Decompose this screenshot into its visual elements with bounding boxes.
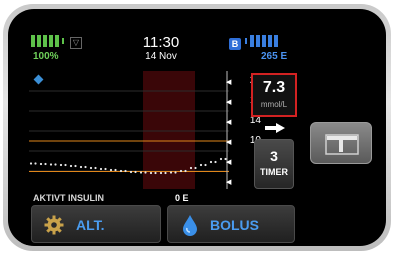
cgm-reading-point	[79, 165, 83, 169]
cgm-reading-point	[94, 166, 97, 170]
cgm-reading-point	[109, 168, 113, 172]
cgm-reading-point	[34, 162, 37, 165]
cgm-reading-point	[104, 167, 107, 171]
clock-time: 11:30	[142, 34, 180, 51]
cgm-reading-point	[134, 170, 137, 174]
cgm-reading-point	[169, 171, 173, 174]
screen-on-button[interactable]	[310, 122, 372, 164]
cgm-reading-point	[199, 163, 203, 167]
cgm-reading-point	[144, 171, 147, 174]
timer-value: 3	[270, 148, 278, 164]
drop-icon	[183, 215, 197, 236]
cgm-reading-point	[119, 169, 123, 173]
cgm-reading-point	[189, 166, 193, 170]
timer-button[interactable]: 3 TIMER	[254, 139, 294, 189]
scale-tick-icon: ◀	[226, 159, 232, 166]
iob-label: AKTIVT INSULIN	[33, 193, 104, 203]
cgm-reading-point	[194, 166, 197, 170]
cgm-reading-point	[159, 171, 163, 175]
scale-tick-icon: ◀	[226, 139, 232, 146]
cgm-reading-point	[64, 163, 67, 167]
right-arrow-icon	[265, 123, 285, 133]
cgm-reading-point	[129, 170, 133, 174]
cgm-reading-point	[74, 164, 77, 168]
cgm-reading-point	[179, 169, 183, 173]
iob-value: 0 E	[175, 193, 189, 203]
cgm-reading-point	[204, 163, 207, 167]
clock-date: 14 Nov	[145, 51, 177, 62]
battery-icon	[31, 35, 64, 47]
cgm-reading-point	[54, 163, 57, 166]
cgm-reading-point	[59, 163, 63, 167]
cgm-reading-point	[219, 157, 223, 161]
cgm-reading-point	[39, 162, 43, 166]
glucose-reading[interactable]: 7.3 mmol/L	[251, 73, 297, 117]
cgm-reading-point	[124, 169, 127, 173]
cgm-reading-point	[164, 171, 167, 175]
cgm-reading-point	[89, 166, 93, 170]
scale-tick-icon: ◀	[226, 79, 232, 86]
cgm-reading-point	[69, 164, 73, 168]
pump-badge: B	[229, 38, 241, 50]
status-bar: 100% ▽ 11:30 14 Nov B 265 E	[21, 29, 301, 69]
cgm-reading-point	[44, 162, 47, 166]
cgm-reading-point	[214, 160, 217, 164]
cgm-reading-point	[99, 167, 103, 171]
battery-percent: 100%	[33, 51, 59, 62]
t-logo-icon	[325, 134, 359, 155]
cgm-graph[interactable]	[21, 71, 229, 189]
cgm-reading-point	[174, 171, 177, 174]
pump-screen: 100% ▽ 11:30 14 Nov B 265 E 14 ◀ ◀ ◀ ◀ ◀…	[21, 29, 301, 245]
options-button[interactable]: ALT.	[31, 205, 161, 243]
cgm-reading-point	[184, 169, 187, 173]
scale-tick-icon: ◀	[226, 99, 232, 106]
cgm-reading-point	[29, 162, 33, 165]
device-face: 100% ▽ 11:30 14 Nov B 265 E 14 ◀ ◀ ◀ ◀ ◀…	[8, 9, 386, 246]
scale-tick-icon: ◀	[226, 179, 232, 186]
glucose-unit: mmol/L	[260, 100, 288, 109]
bolus-button[interactable]: BOLUS	[167, 205, 295, 243]
antenna-icon: ▽	[70, 37, 82, 49]
gear-icon	[44, 215, 64, 235]
cgm-reading-point	[154, 171, 157, 175]
cgm-reading-point	[49, 163, 53, 166]
insulin-reservoir-icon	[245, 35, 278, 47]
cgm-reading-point	[114, 168, 117, 172]
bolus-label: BOLUS	[210, 217, 259, 233]
device-body: 100% ▽ 11:30 14 Nov B 265 E 14 ◀ ◀ ◀ ◀ ◀…	[3, 4, 391, 251]
insulin-units: 265 E	[261, 51, 288, 62]
cgm-graph-canvas	[29, 71, 229, 189]
cgm-reading-point	[84, 165, 87, 169]
glucose-value: 7.3	[262, 79, 286, 96]
cgm-reading-point	[149, 171, 153, 175]
insulin-on-board: AKTIVT INSULIN 0 E	[21, 193, 301, 204]
timer-label: TIMER	[260, 167, 288, 177]
cgm-reading-point	[139, 171, 143, 174]
cgm-reading-point	[209, 160, 213, 164]
scale-tick-icon: ◀	[226, 119, 232, 126]
options-label: ALT.	[76, 217, 105, 233]
